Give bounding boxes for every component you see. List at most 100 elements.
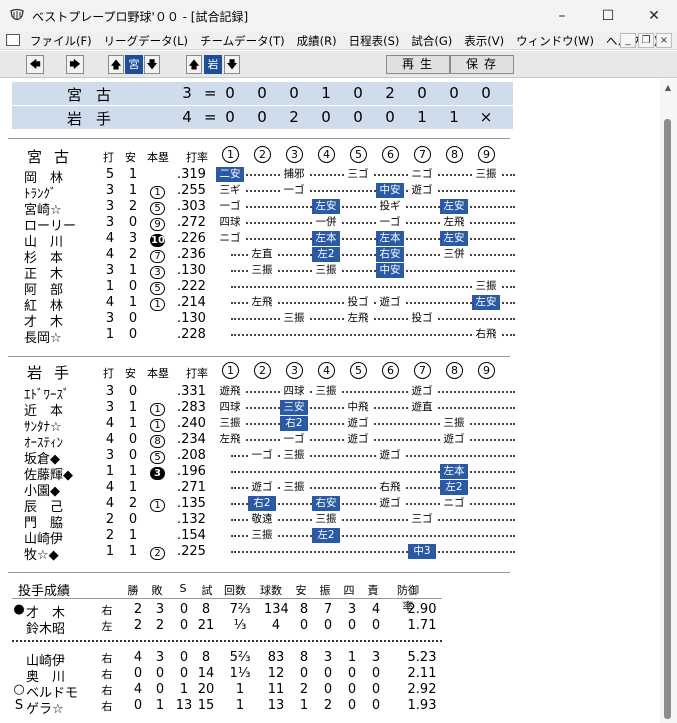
scroll-up-arrow-icon[interactable]: ▲ <box>663 83 673 92</box>
at-bat-result: 右飛 <box>376 480 404 495</box>
inning-number-circle: 1 <box>222 146 239 163</box>
mdi-close-button[interactable]: × <box>656 33 672 48</box>
divider <box>12 598 442 599</box>
at-bat-result: ニゴ <box>408 167 436 182</box>
pitcher-hand: 右 <box>101 684 113 697</box>
menu-item[interactable]: ファイル(F) <box>30 33 92 49</box>
pitcher-innings: 1 <box>235 682 245 697</box>
batter-average: .303 <box>177 199 206 214</box>
pitcher-row: ● 才 木右 2 3 0 8 7⅔ 134 8 7 3 4 2.90 <box>12 602 442 621</box>
batter-hr-cell: 1 <box>150 296 167 311</box>
score-inning: × <box>479 108 493 126</box>
batter-at-bats: 3 <box>105 183 115 198</box>
score-equals: = <box>204 108 217 126</box>
team-a-indicator[interactable]: 宮 <box>125 55 143 74</box>
score-inning: 0 <box>257 108 267 126</box>
team-a-up-button[interactable]: 🡅 <box>108 55 124 74</box>
save-button[interactable]: 保存 <box>450 55 514 74</box>
at-bat-result: 遊ゴ <box>376 448 404 463</box>
batter-row: ﾄﾗﾝｸﾞ 3 1 1.255 三ギ 一ゴ 中安 遊ゴ <box>24 183 524 202</box>
vertical-scrollbar[interactable]: ▲ <box>660 79 677 723</box>
pitcher-games: 20 <box>197 682 215 697</box>
mdi-minimize-button[interactable]: _ <box>620 33 636 48</box>
team-b-up-button[interactable]: 🡅 <box>186 55 202 74</box>
at-bat-result: 左飛 <box>344 311 372 326</box>
batter-hits: 0 <box>128 311 138 326</box>
at-bat-result: 三併 <box>440 247 468 262</box>
at-bat-result: 三振 <box>280 448 308 463</box>
batter-row: 阿 部 1 0 5.222 三振 <box>24 279 524 298</box>
pitcher-decision-mark: ○ <box>13 682 25 697</box>
menu-item[interactable]: 表示(V) <box>464 33 504 49</box>
at-bat-result: 三振 <box>248 263 276 278</box>
batter-at-bats: 2 <box>105 512 115 527</box>
title-bar: ベストプレープロ野球'００ - [試合記録] – ☐ ✕ <box>0 0 677 32</box>
play-button[interactable]: 再生 <box>386 55 450 74</box>
pitcher-saves: 0 <box>179 666 189 681</box>
inning-dotted-line <box>231 551 515 553</box>
pitcher-walks: 0 <box>347 698 357 713</box>
pitcher-hits: 8 <box>299 650 309 665</box>
inning-dotted-line <box>231 206 515 208</box>
menu-item[interactable]: チームデータ(T) <box>200 33 285 49</box>
menu-item[interactable]: 日程表(S) <box>349 33 400 49</box>
menu-bar: ファイル(F) リーグデータ(L) チームデータ(T) 成績(R) 日程表(S) 試合(G… <box>0 32 677 50</box>
at-bat-result: 三振 <box>472 167 500 182</box>
menu-item[interactable]: 試合(G) <box>411 33 452 49</box>
at-bat-result: 遊ゴ <box>376 496 404 511</box>
pitcher-decision-mark: S <box>14 698 24 713</box>
batter-name: 長岡☆ <box>24 331 62 346</box>
menu-item[interactable]: 成績(R) <box>297 33 337 49</box>
batter-row: 小園◆ 4 1.271 遊ゴ 三振 右飛 左2 <box>24 480 524 499</box>
batter-home-runs: 2 <box>150 547 165 560</box>
next-arrow-button[interactable]: 🡆 <box>66 55 84 74</box>
batter-average: .130 <box>177 263 206 278</box>
batter-hits: 0 <box>128 327 138 342</box>
pitcher-earned-runs: 3 <box>371 650 381 665</box>
pitcher-earned-runs: 0 <box>371 698 381 713</box>
pitcher-pitches: 83 <box>267 650 285 665</box>
at-bat-result: 左2 <box>312 247 340 262</box>
pitcher-wins: 4 <box>133 682 143 697</box>
team-a-down-button[interactable]: 🡇 <box>144 55 160 74</box>
batter-average: .331 <box>177 384 206 399</box>
batter-hr-cell: 3 <box>150 465 167 480</box>
mdi-restore-button[interactable]: ❐ <box>638 33 654 48</box>
scroll-thumb[interactable] <box>664 119 671 719</box>
prev-arrow-button[interactable]: 🡄 <box>26 55 44 74</box>
batter-row: 宮崎☆ 3 2 5.303 一ゴ 左安 投ギ 左安 <box>24 199 524 218</box>
pitching-col-header: 球数 <box>260 584 282 597</box>
pitcher-saves: 1 <box>179 682 189 697</box>
batter-at-bats: 3 <box>105 400 115 415</box>
batter-hr-cell <box>150 312 167 326</box>
menu-item[interactable]: ウィンドウ(W) <box>516 33 594 49</box>
menu-item[interactable]: リーグデータ(L) <box>104 33 188 49</box>
batter-row: 牧☆◆ 1 1 2.225 中3 <box>24 544 524 563</box>
maximize-button[interactable]: ☐ <box>585 0 631 32</box>
at-bat-result: ニゴ <box>216 231 244 246</box>
batter-home-runs: 8 <box>150 435 165 448</box>
minimize-button[interactable]: – <box>539 0 585 32</box>
score-team-name: 岩手 <box>67 110 126 128</box>
batter-hr-cell: 5 <box>150 280 167 295</box>
team-b-indicator[interactable]: 岩 <box>204 55 222 74</box>
team-b-down-button[interactable]: 🡇 <box>224 55 240 74</box>
pitcher-hits: 0 <box>299 618 309 633</box>
score-row: 岩手 4 = 0 0 2 0 0 0 1 1 × <box>12 106 513 129</box>
score-inning: 0 <box>289 84 299 102</box>
batter-average: .226 <box>177 231 206 246</box>
pitcher-hits: 0 <box>299 666 309 681</box>
pitcher-hits: 1 <box>299 698 309 713</box>
batter-hits: 0 <box>128 279 138 294</box>
pitcher-losses: 0 <box>155 666 165 681</box>
pitcher-strikeouts: 3 <box>323 650 333 665</box>
score-row: 宮古 3 = 0 0 0 1 0 2 0 0 0 <box>12 82 513 105</box>
batter-home-runs: 5 <box>150 282 165 295</box>
close-button[interactable]: ✕ <box>631 0 677 32</box>
at-bat-result: 中飛 <box>344 400 372 415</box>
batter-average: .255 <box>177 183 206 198</box>
pitcher-saves: 0 <box>179 602 189 617</box>
document-menu-icon[interactable] <box>6 34 20 46</box>
pitcher-era: 5.23 <box>407 650 437 665</box>
batter-average: .132 <box>177 512 206 527</box>
